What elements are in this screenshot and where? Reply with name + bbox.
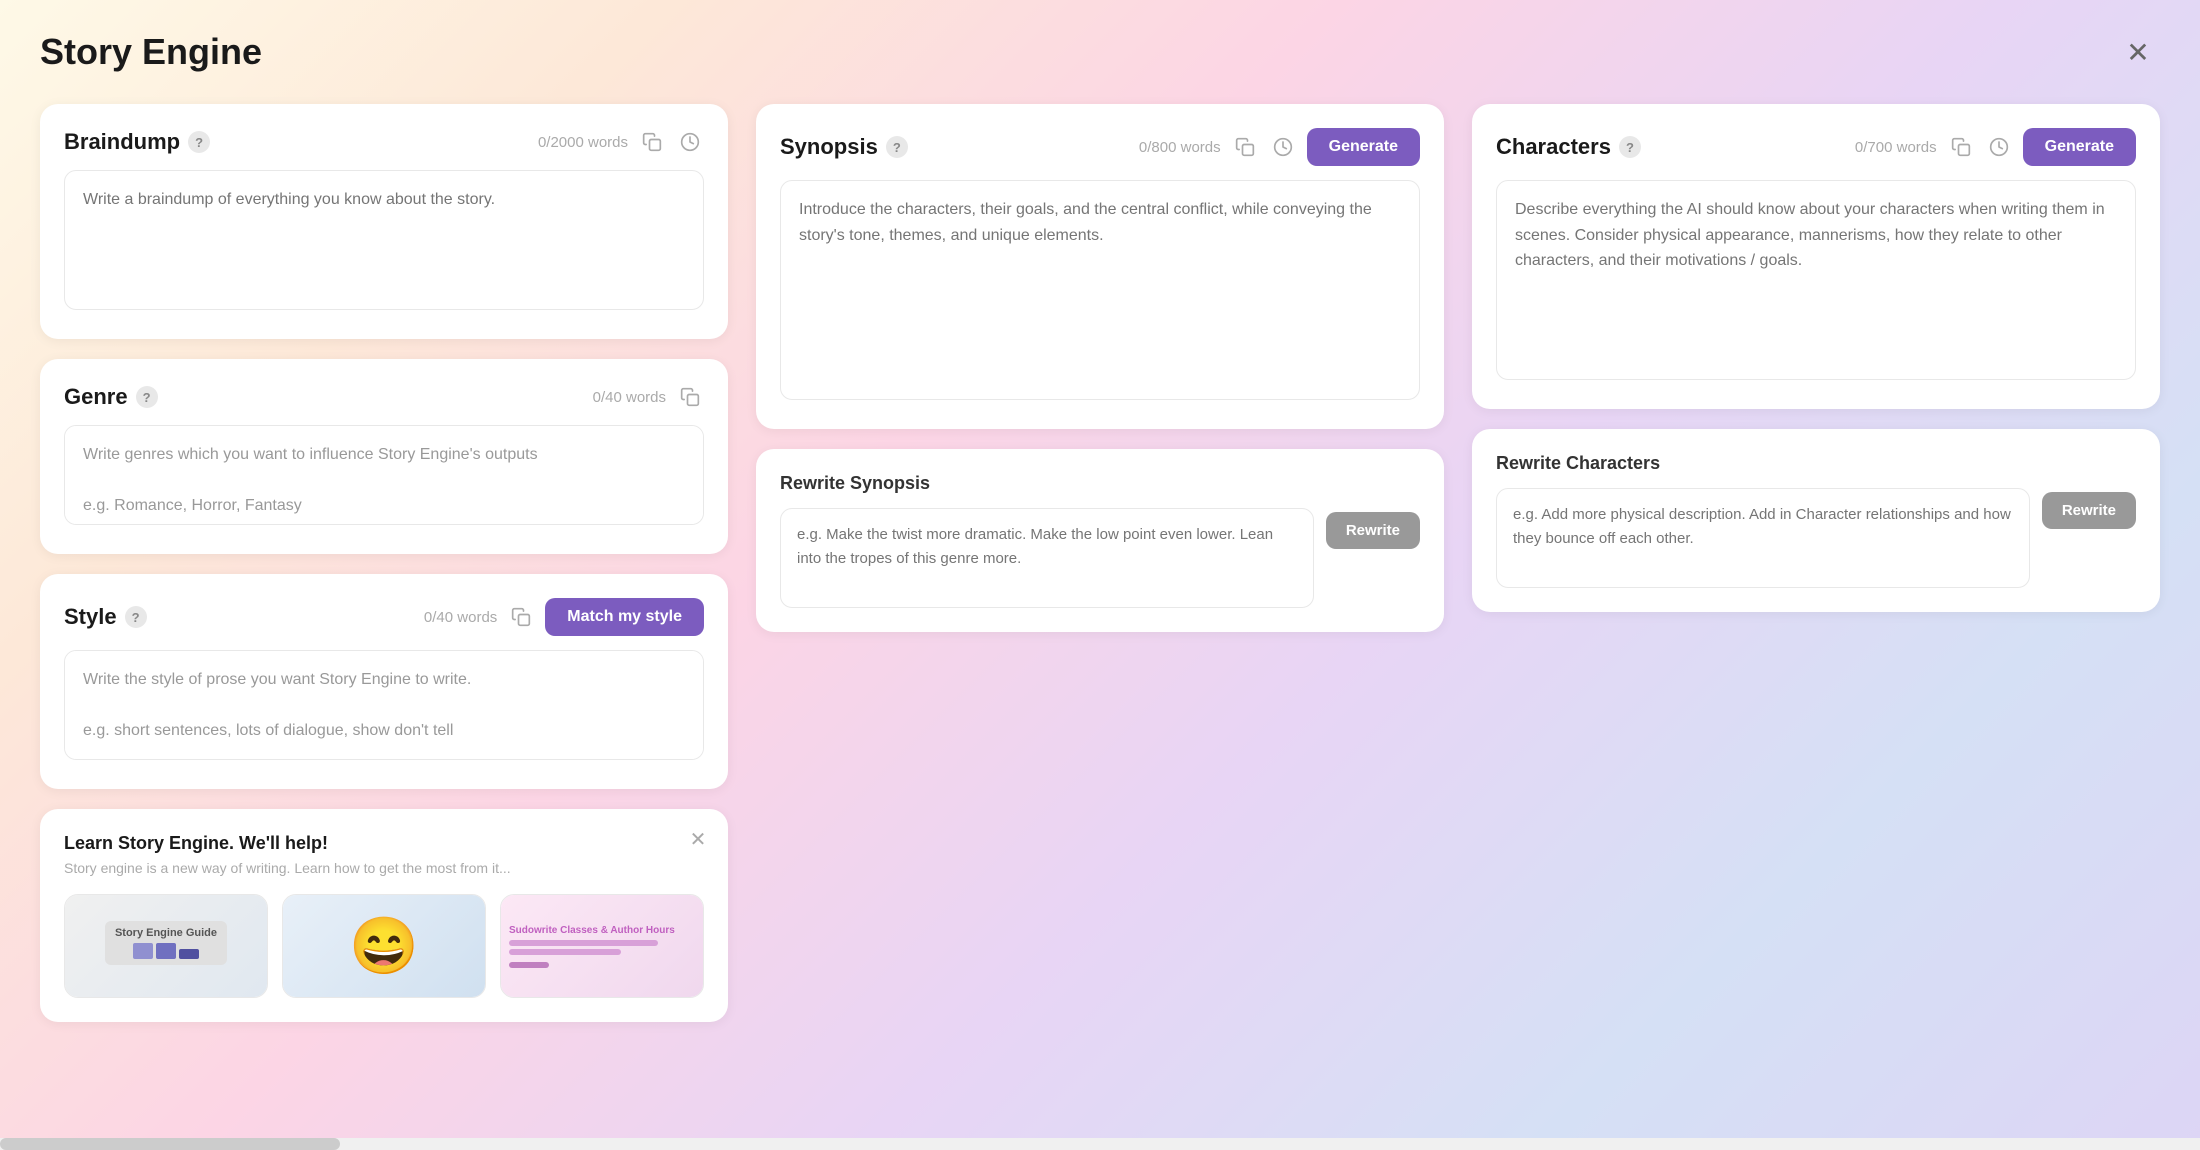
braindump-header: Braindump ? 0/2000 words: [64, 128, 704, 156]
left-column: Braindump ? 0/2000 words: [40, 104, 728, 1114]
synopsis-history-button[interactable]: [1269, 133, 1297, 161]
genre-word-count: 0/40 words: [593, 389, 666, 406]
guide-thumbnail: Story Engine Guide: [65, 895, 267, 997]
synopsis-title: Synopsis: [780, 134, 878, 160]
characters-textarea[interactable]: [1496, 180, 2136, 380]
braindump-help-icon[interactable]: ?: [188, 131, 210, 153]
learn-subtitle: Story engine is a new way of writing. Le…: [64, 860, 704, 876]
synopsis-header: Synopsis ? 0/800 words Generate: [780, 128, 1420, 166]
scrollbar-thumb[interactable]: [0, 1138, 340, 1150]
braindump-title: Braindump: [64, 129, 180, 155]
synopsis-copy-button[interactable]: [1231, 133, 1259, 161]
copy-icon: [642, 132, 662, 152]
braindump-textarea[interactable]: [64, 170, 704, 310]
style-header: Style ? 0/40 words Match my style: [64, 598, 704, 636]
rewrite-synopsis-card: Rewrite Synopsis Rewrite: [756, 449, 1444, 632]
characters-generate-button[interactable]: Generate: [2023, 128, 2136, 166]
copy-icon: [680, 387, 700, 407]
horizontal-scrollbar[interactable]: [0, 1138, 2200, 1150]
style-textarea[interactable]: Write the style of prose you want Story …: [64, 650, 704, 760]
page-title: Story Engine: [40, 31, 262, 73]
rewrite-characters-card: Rewrite Characters Rewrite: [1472, 429, 2160, 612]
genre-header: Genre ? 0/40 words: [64, 383, 704, 411]
learn-card: ✕ Learn Story Engine. We'll help! Story …: [40, 809, 728, 1022]
synopsis-word-count: 0/800 words: [1139, 139, 1221, 156]
rewrite-synopsis-textarea[interactable]: [780, 508, 1314, 608]
learn-title: Learn Story Engine. We'll help!: [64, 833, 704, 854]
braindump-word-count: 0/2000 words: [538, 134, 628, 151]
main-columns: Braindump ? 0/2000 words: [40, 104, 2160, 1114]
characters-title: Characters: [1496, 134, 1611, 160]
synopsis-help-icon[interactable]: ?: [886, 136, 908, 158]
characters-copy-button[interactable]: [1947, 133, 1975, 161]
synopsis-card: Synopsis ? 0/800 words Generate: [756, 104, 1444, 429]
genre-title: Genre: [64, 384, 128, 410]
style-help-icon[interactable]: ?: [125, 606, 147, 628]
history-icon: [1273, 137, 1293, 157]
app-container: Story Engine ✕ Braindump ? 0/2000 words: [0, 0, 2200, 1150]
history-icon: [680, 132, 700, 152]
copy-icon: [1235, 137, 1255, 157]
rewrite-characters-button[interactable]: Rewrite: [2042, 492, 2136, 529]
right-column: Characters ? 0/700 words Generate: [1472, 104, 2160, 1114]
learn-item-class[interactable]: Sudowrite Classes & Author Hours Attend …: [500, 894, 704, 998]
synopsis-textarea[interactable]: [780, 180, 1420, 400]
genre-help-icon[interactable]: ?: [136, 386, 158, 408]
rewrite-characters-textarea[interactable]: [1496, 488, 2030, 588]
header: Story Engine ✕: [40, 30, 2160, 74]
characters-word-count: 0/700 words: [1855, 139, 1937, 156]
characters-header: Characters ? 0/700 words Generate: [1496, 128, 2136, 166]
learn-item-video[interactable]: 😄 Watch the Video →: [282, 894, 486, 998]
style-title: Style: [64, 604, 117, 630]
copy-icon: [511, 607, 531, 627]
genre-card: Genre ? 0/40 words Write genres which yo…: [40, 359, 728, 554]
rewrite-characters-title: Rewrite Characters: [1496, 453, 2136, 474]
rewrite-synopsis-title: Rewrite Synopsis: [780, 473, 1420, 494]
match-style-button[interactable]: Match my style: [545, 598, 704, 636]
learn-item-guide[interactable]: Story Engine Guide Read the Guide →: [64, 894, 268, 998]
braindump-card: Braindump ? 0/2000 words: [40, 104, 728, 339]
characters-card: Characters ? 0/700 words Generate: [1472, 104, 2160, 409]
video-thumbnail: 😄: [283, 895, 485, 997]
close-button[interactable]: ✕: [2116, 30, 2160, 74]
guide-label: Read the Guide →: [65, 997, 267, 998]
style-copy-button[interactable]: [507, 603, 535, 631]
characters-history-button[interactable]: [1985, 133, 2013, 161]
rewrite-synopsis-button[interactable]: Rewrite: [1326, 512, 1420, 549]
learn-items: Story Engine Guide Read the Guide →: [64, 894, 704, 998]
braindump-history-button[interactable]: [676, 128, 704, 156]
class-label: Attend a Class →: [501, 997, 703, 998]
braindump-copy-button[interactable]: [638, 128, 666, 156]
class-thumbnail: Sudowrite Classes & Author Hours: [501, 895, 703, 997]
style-card: Style ? 0/40 words Match my style Write …: [40, 574, 728, 789]
copy-icon: [1951, 137, 1971, 157]
characters-help-icon[interactable]: ?: [1619, 136, 1641, 158]
synopsis-generate-button[interactable]: Generate: [1307, 128, 1420, 166]
video-label: Watch the Video →: [283, 997, 485, 998]
learn-close-button[interactable]: ✕: [684, 825, 712, 853]
genre-textarea[interactable]: Write genres which you want to influence…: [64, 425, 704, 525]
style-word-count: 0/40 words: [424, 609, 497, 626]
history-icon: [1989, 137, 2009, 157]
genre-copy-button[interactable]: [676, 383, 704, 411]
middle-column: Synopsis ? 0/800 words Generate: [756, 104, 1444, 1114]
